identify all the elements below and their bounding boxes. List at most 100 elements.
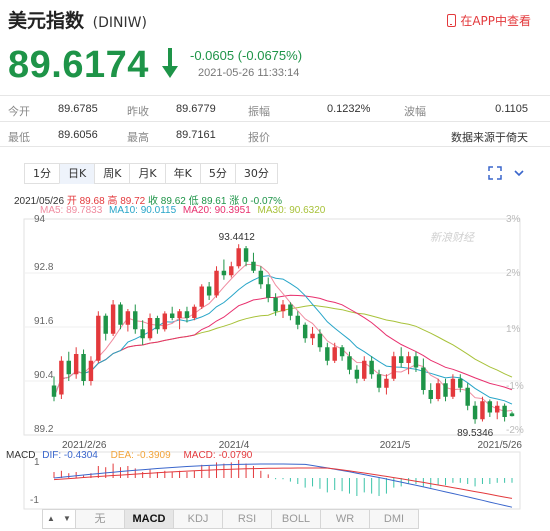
instrument-code: (DINIW)	[92, 15, 147, 31]
indicator-tab[interactable]: BOLL	[271, 510, 320, 528]
candle-body	[81, 354, 86, 381]
candle-body	[51, 385, 57, 397]
open-label: 今开	[8, 106, 30, 118]
candle-body	[487, 401, 493, 413]
period-tab[interactable]: 5分	[199, 163, 235, 184]
candle-body	[110, 304, 116, 334]
candle-body	[362, 360, 367, 379]
last-price: 89.6174	[8, 44, 149, 86]
candle-body	[266, 284, 271, 298]
candle-body	[354, 369, 360, 379]
candle-body	[199, 286, 204, 307]
amplitude-label: 振幅	[248, 106, 270, 118]
kline-chart[interactable]: 94 92.8 91.6 90.4 89.2 3% 2% 1% -1% -2% 新浪财经 93.441…	[0, 215, 550, 510]
macd-name: MACD	[6, 450, 36, 461]
candle-body	[147, 318, 153, 339]
quote-timestamp: 2021-05-26 11:33:14	[198, 67, 300, 79]
candle-body	[243, 248, 249, 262]
y-tick-label: 89.2	[34, 424, 54, 435]
open-in-app-label: 在APP中查看	[460, 14, 531, 28]
candle-body	[133, 311, 138, 330]
diff-label: DIF: -0.4304	[42, 450, 98, 461]
candle-body	[206, 286, 212, 296]
x-tick-label: 2021/5	[380, 440, 411, 451]
candle-body	[229, 266, 234, 276]
candle-body	[302, 324, 308, 339]
price-change: -0.0605 (-0.0675%)	[190, 48, 302, 63]
candle-body	[169, 313, 175, 318]
candle-body	[221, 270, 227, 276]
range-label: 波幅	[404, 106, 426, 118]
candle-body	[236, 248, 241, 267]
period-tab[interactable]: 日K	[59, 163, 95, 184]
candle-body	[495, 405, 500, 413]
candle-body	[155, 318, 160, 330]
period-tab[interactable]: 30分	[234, 163, 278, 184]
change-percent: (-0.0675%)	[237, 48, 303, 63]
candle-body	[413, 356, 419, 368]
watermark: 新浪财经	[430, 231, 475, 244]
indicator-tab[interactable]: 无	[75, 510, 124, 528]
chevron-down-icon[interactable]	[512, 166, 526, 180]
candle-body	[502, 405, 507, 417]
open-in-app-link[interactable]: 在APP中查看	[447, 12, 531, 29]
y-tick-label: 94	[34, 215, 46, 225]
candle-body	[140, 329, 145, 339]
range-value: 0.1105	[495, 103, 528, 115]
candle-body	[96, 315, 101, 361]
info-row: 最低 89.6056 最高 89.7161 报价 数据来源于倚天	[0, 121, 550, 147]
indicator-tab[interactable]: WR	[320, 510, 369, 528]
dea-label: DEA: -0.3909	[110, 450, 171, 461]
amplitude-value: 0.1232%	[327, 103, 371, 115]
macd-legend: MACD DIF: -0.4304 DEA: -0.3909 MACD: -0.…	[6, 450, 252, 461]
chart-tools	[488, 166, 526, 180]
scroll-down-icon[interactable]: ▼	[59, 510, 75, 528]
period-tab[interactable]: 1分	[24, 163, 59, 184]
macd-y-label: -1	[30, 495, 39, 506]
candle-body	[450, 378, 456, 397]
candle-body	[435, 383, 441, 399]
candle-body	[398, 356, 404, 363]
indicator-tab[interactable]: MACD	[124, 510, 173, 528]
instrument-name: 美元指数	[8, 10, 85, 32]
scroll-up-icon[interactable]: ▲	[43, 510, 59, 528]
candle-body	[391, 356, 397, 379]
candle-body	[325, 347, 330, 361]
indicator-tab[interactable]: RSI	[222, 510, 271, 528]
info-row: 今开 89.6785 昨收 89.6779 振幅 0.1232% 波幅 0.11…	[0, 95, 550, 121]
period-tab[interactable]: 月K	[129, 163, 165, 184]
period-tab[interactable]: 周K	[94, 163, 130, 184]
candle-body	[480, 401, 485, 420]
quote-info-table: 今开 89.6785 昨收 89.6779 振幅 0.1232% 波幅 0.11…	[0, 95, 550, 147]
candle-body	[310, 333, 315, 339]
min-label: 89.5346	[457, 428, 494, 439]
y-tick-label: 90.4	[34, 370, 54, 381]
candle-body	[118, 304, 123, 325]
candle-body	[509, 413, 515, 417]
indicator-tab[interactable]: DMI	[369, 510, 418, 528]
candle-body	[472, 405, 478, 420]
pct-tick-label: -2%	[506, 425, 524, 436]
period-tab[interactable]: 年K	[164, 163, 200, 184]
candle-body	[103, 315, 108, 334]
low-value: 89.6056	[58, 129, 98, 141]
period-tabs: 1分 日K 周K 月K 年K 5分 30分	[24, 163, 278, 184]
y-tick-label: 92.8	[34, 262, 54, 273]
candle-body	[458, 378, 463, 388]
candle-body	[177, 311, 182, 318]
expand-icon[interactable]	[488, 166, 502, 180]
dea-line	[53, 467, 513, 499]
candle-body	[258, 270, 264, 285]
pct-tick-label: 1%	[506, 324, 521, 335]
high-value: 89.7161	[176, 129, 216, 141]
pct-tick-label: -1%	[506, 381, 524, 392]
candle-body	[406, 356, 411, 363]
indicator-tab[interactable]: KDJ	[173, 510, 222, 528]
prev-close-label: 昨收	[127, 106, 149, 118]
candle-body	[317, 333, 323, 348]
prev-close-value: 89.6779	[176, 103, 216, 115]
candle-body	[280, 304, 286, 312]
indicator-tabs: ▲ ▼ 无 MACD KDJ RSI BOLL WR DMI	[42, 509, 419, 529]
open-value: 89.6785	[58, 103, 98, 115]
candle-body	[421, 367, 426, 390]
